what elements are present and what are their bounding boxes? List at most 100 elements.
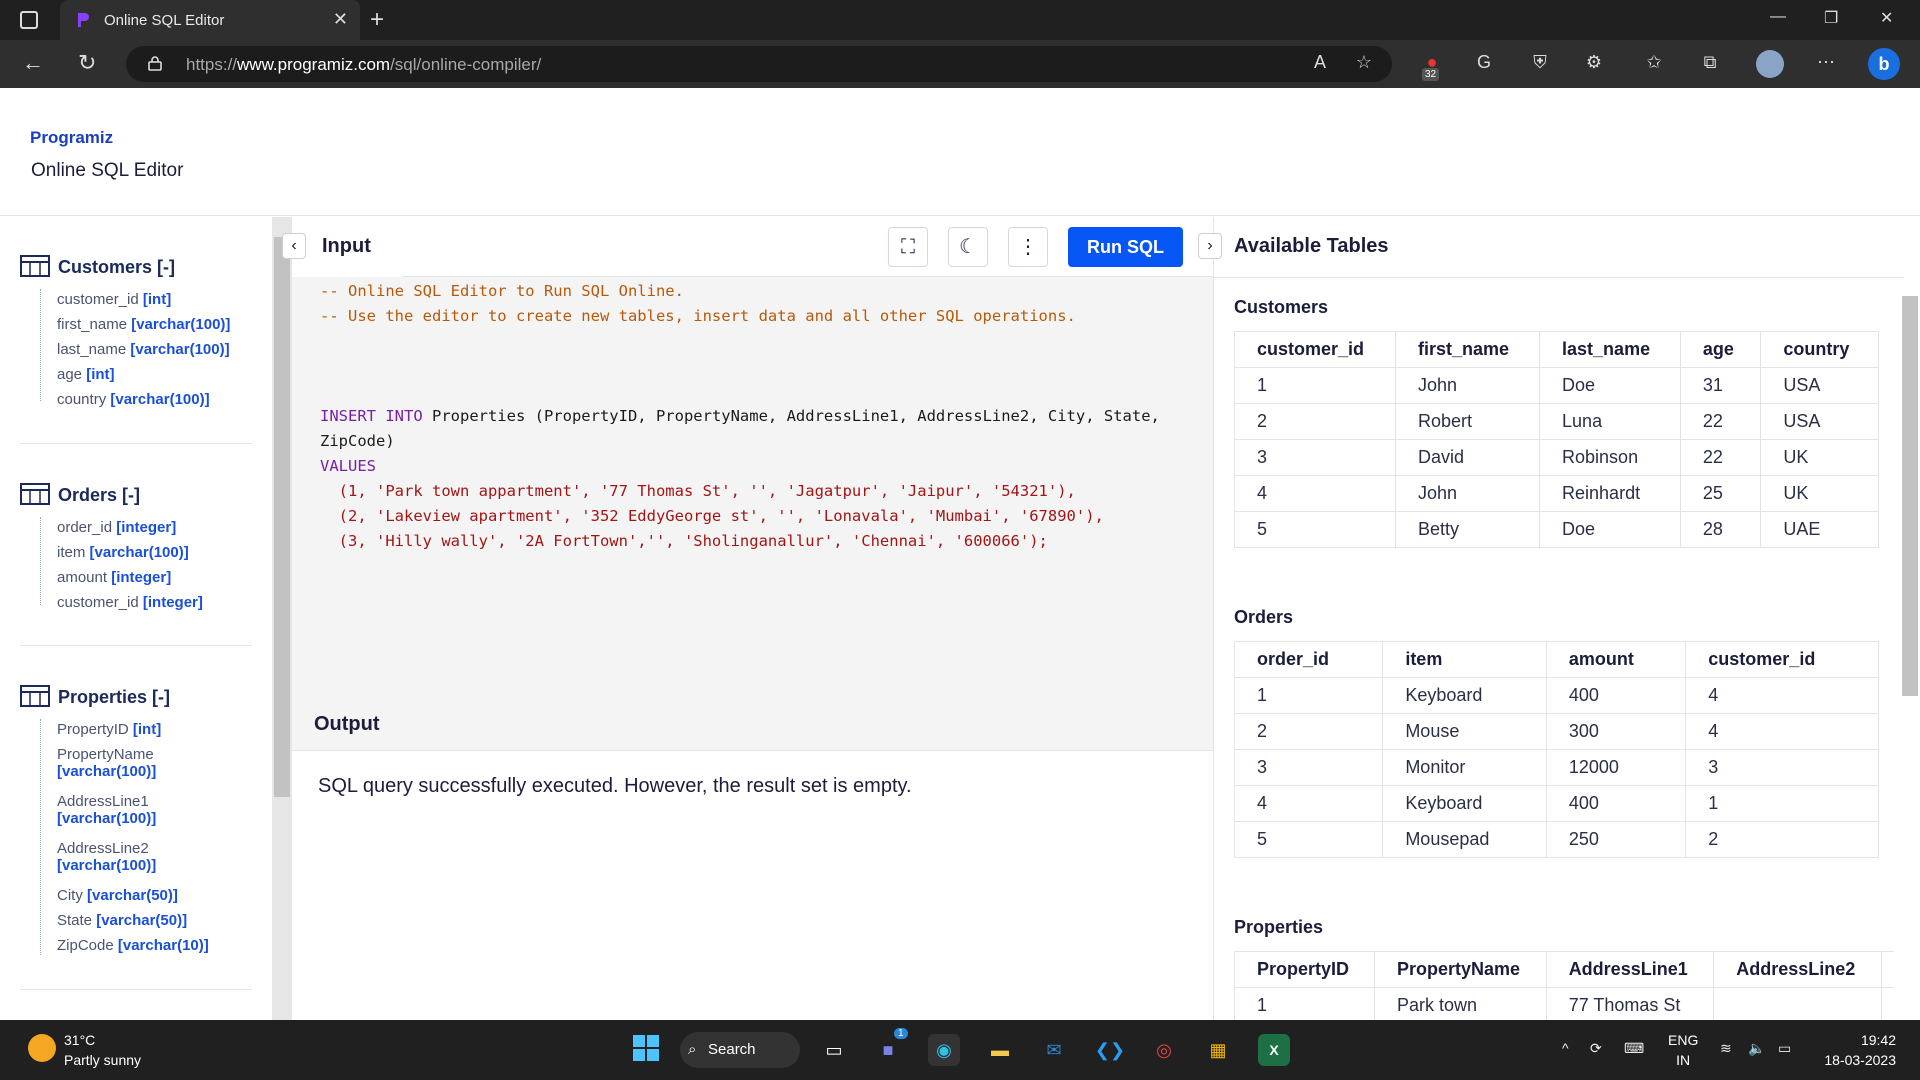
battery-icon[interactable]: ▭: [1778, 1040, 1791, 1057]
start-icon[interactable]: [630, 1034, 662, 1066]
table-row: 1 Park town 77 Thomas St: [1234, 987, 1894, 1020]
table-cell: UK: [1760, 439, 1879, 476]
favorite-add-icon[interactable]: ☆: [1352, 52, 1376, 76]
grammarly-icon[interactable]: G: [1472, 52, 1496, 76]
column-item: AddressLine2 [varchar(100)]: [57, 840, 157, 874]
minimize-icon[interactable]: —: [1770, 8, 1786, 26]
table-row: 2 Mouse 300 4: [1233, 713, 1879, 750]
sidebar-scrollbar[interactable]: [272, 217, 292, 1020]
vscode-icon[interactable]: ❮❯: [1094, 1034, 1126, 1066]
table-cell: 4: [1233, 785, 1384, 822]
store-icon[interactable]: ▦: [1202, 1034, 1234, 1066]
column-header: customer_id: [1685, 641, 1879, 678]
browser-tab[interactable]: Online SQL Editor ✕: [60, 0, 360, 40]
edge-icon[interactable]: ◉: [928, 1034, 960, 1066]
table-cell: 250: [1545, 821, 1687, 858]
table-cell: Robinson: [1539, 439, 1681, 476]
column-item: last_name [varchar(100)]: [57, 341, 230, 358]
available-tables-panel: › Available Tables Customers customer_id…: [1198, 217, 1920, 1020]
table-header-properties[interactable]: Properties [-]: [20, 685, 170, 708]
collapse-tables-button[interactable]: ›: [1198, 233, 1222, 259]
table-cell: 22: [1679, 403, 1762, 440]
collapse-sidebar-button[interactable]: ‹: [282, 233, 306, 259]
table-header-customers[interactable]: Customers [-]: [20, 255, 175, 278]
tab-title: Online SQL Editor: [104, 12, 225, 29]
table-cell: Monitor: [1382, 749, 1547, 786]
moon-icon: ☾: [959, 236, 977, 258]
bing-icon[interactable]: b: [1868, 48, 1900, 80]
task-view-icon[interactable]: ▭: [818, 1034, 850, 1066]
table-row: 4 Keyboard 400 1: [1233, 785, 1879, 822]
restore-icon[interactable]: ❐: [1824, 8, 1838, 28]
extensions-icon[interactable]: ⚙: [1582, 52, 1606, 76]
sync-icon[interactable]: ⟳: [1590, 1040, 1602, 1057]
table-row: 4 John Reinhardt 25 UK: [1234, 475, 1879, 512]
new-tab-icon[interactable]: +: [370, 6, 384, 34]
table-cell: 22: [1679, 439, 1762, 476]
refresh-icon[interactable]: ↻: [78, 50, 96, 76]
keyboard-icon[interactable]: ⌨: [1624, 1040, 1644, 1057]
table-cell: Luna: [1539, 403, 1681, 440]
more-menu-icon[interactable]: ⋯: [1814, 52, 1838, 76]
properties-table: PropertyID PropertyName AddressLine1 Add…: [1234, 951, 1894, 1020]
kebab-menu-icon: ⋮: [1018, 236, 1038, 258]
language-indicator[interactable]: ENG IN: [1668, 1030, 1698, 1070]
column-header: customer_id: [1234, 331, 1396, 368]
back-icon[interactable]: ←: [22, 50, 44, 76]
table-cell: Betty: [1394, 511, 1541, 548]
table-cell: 77 Thomas St: [1545, 987, 1715, 1020]
fullscreen-button[interactable]: ⛶: [888, 227, 928, 267]
table-row: 5 Mousepad 250 2: [1233, 821, 1879, 858]
column-item: AddressLine1 [varchar(100)]: [57, 793, 157, 827]
dark-mode-button[interactable]: ☾: [948, 227, 988, 267]
table-cell: 400: [1545, 677, 1687, 714]
table-cell: Park town: [1374, 987, 1547, 1020]
volume-icon[interactable]: 🔈: [1748, 1040, 1765, 1057]
column-item: ZipCode [varchar(10)]: [57, 937, 209, 954]
column-item: country [varchar(100)]: [57, 391, 210, 408]
brand-logo[interactable]: Programiz: [30, 128, 113, 148]
close-tab-icon[interactable]: ✕: [333, 9, 348, 30]
shield-icon[interactable]: ⛨: [1528, 52, 1552, 76]
table-cell: Robert: [1394, 403, 1541, 440]
table-cell: 300: [1545, 713, 1687, 750]
tab-actions-icon[interactable]: [20, 11, 38, 29]
table-header-orders[interactable]: Orders [-]: [20, 483, 140, 506]
table-cell: 2: [1233, 713, 1384, 750]
mail-icon[interactable]: ✉: [1038, 1034, 1070, 1066]
tab-input[interactable]: Input: [292, 217, 402, 277]
weather-condition: Partly sunny: [64, 1052, 142, 1068]
table-title-orders: Orders: [1234, 607, 1294, 627]
table-cell: 3: [1234, 439, 1396, 476]
file-explorer-icon[interactable]: ▬: [984, 1034, 1016, 1066]
read-aloud-icon[interactable]: A: [1308, 52, 1332, 76]
tables-scrollbar[interactable]: [1900, 280, 1920, 1020]
chevron-up-icon[interactable]: ^: [1562, 1040, 1569, 1056]
more-options-button[interactable]: ⋮: [1008, 227, 1048, 267]
chrome-icon[interactable]: ◎: [1148, 1034, 1180, 1066]
table-cell: 12000: [1545, 749, 1687, 786]
table-row: 3 Monitor 12000 3: [1233, 749, 1879, 786]
clock[interactable]: 19:42 18-03-2023: [1818, 1030, 1896, 1070]
excel-icon[interactable]: X: [1258, 1034, 1290, 1066]
table-icon: [20, 255, 50, 277]
temperature: 31°C: [64, 1032, 96, 1048]
code-editor[interactable]: -- Online SQL Editor to Run SQL Online. …: [292, 277, 1213, 697]
favorites-icon[interactable]: ✩: [1642, 52, 1666, 76]
profile-avatar[interactable]: [1756, 50, 1784, 78]
wifi-icon[interactable]: ≋: [1720, 1040, 1732, 1057]
taskbar-search[interactable]: ⌕ Search: [680, 1032, 800, 1068]
extension-badge: 32: [1422, 68, 1440, 81]
scrollbar-thumb[interactable]: [274, 237, 290, 797]
collections-icon[interactable]: ⧉: [1698, 52, 1722, 76]
address-bar[interactable]: https://www.programiz.com/sql/online-com…: [126, 46, 1392, 82]
column-header: order_id: [1233, 641, 1384, 678]
scrollbar-thumb[interactable]: [1902, 296, 1918, 696]
run-sql-button[interactable]: Run SQL: [1068, 227, 1183, 267]
table-cell: Mousepad: [1382, 821, 1547, 858]
code-line: -- Use the editor to create new tables, …: [320, 307, 1076, 325]
table-cell: 4: [1234, 475, 1396, 512]
table-cell: Reinhardt: [1539, 475, 1681, 512]
close-window-icon[interactable]: ✕: [1880, 8, 1893, 28]
table-cell: 5: [1234, 511, 1396, 548]
